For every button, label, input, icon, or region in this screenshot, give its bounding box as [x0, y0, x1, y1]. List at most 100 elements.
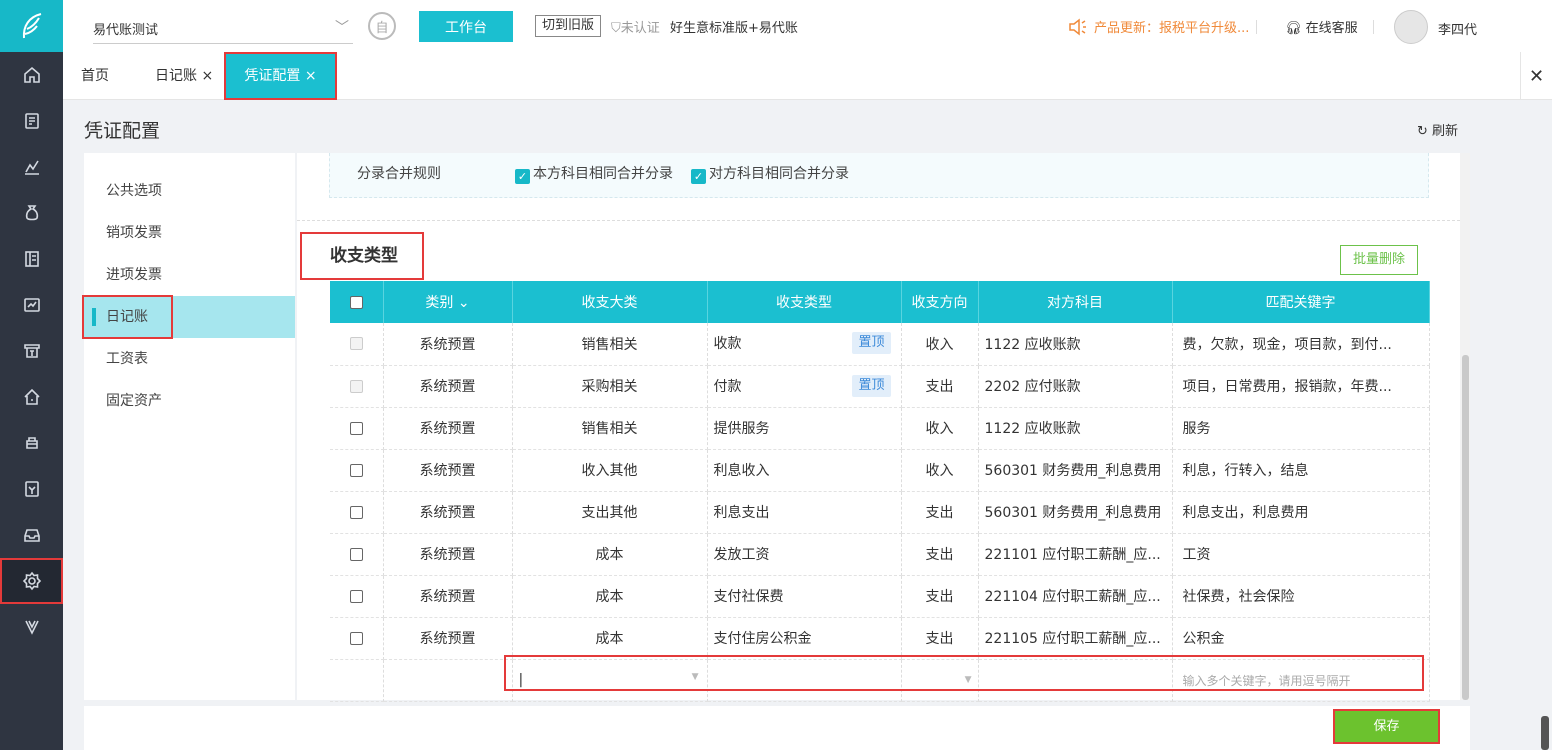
row-select-cell[interactable]: [330, 617, 384, 660]
tab-voucher-config-label: 凭证配置: [244, 68, 301, 84]
new-row-empty-cell: [330, 659, 384, 702]
close-icon[interactable]: ×: [201, 68, 213, 84]
save-button[interactable]: 保存: [1333, 709, 1440, 744]
header-category[interactable]: 类别 ⌄: [383, 281, 513, 323]
select-all-checkbox[interactable]: [349, 295, 363, 309]
cell-category: 系统预置: [383, 575, 513, 618]
header-keywords: 匹配关键字: [1172, 281, 1430, 323]
account-selector[interactable]: 易代账测试 ﹀: [93, 14, 353, 44]
product-update-link[interactable]: 产品更新：报税平台升级...: [1068, 17, 1249, 36]
type-label: 支付住房公积金: [713, 631, 812, 647]
app-logo[interactable]: [0, 0, 63, 52]
cell-account: 560301 财务费用_利息费用: [978, 449, 1173, 492]
nav-asset-icon[interactable]: [0, 374, 63, 420]
nav-money-bag-icon[interactable]: [0, 190, 63, 236]
merge-same-counter-account-checkbox[interactable]: ✓ 对方科目相同合并分录: [691, 163, 849, 184]
select-all-cell[interactable]: [330, 281, 384, 323]
nav-certificate-icon[interactable]: [0, 466, 63, 512]
nav-invoice-icon[interactable]: [0, 282, 63, 328]
menu-item-purchase-invoice[interactable]: 进项发票: [84, 254, 295, 296]
row-checkbox[interactable]: [349, 421, 363, 435]
type-label: 收款: [713, 336, 742, 353]
close-all-tabs-icon[interactable]: ✕: [1520, 52, 1552, 100]
header-type: 收支类型: [707, 281, 902, 323]
account-circle-icon[interactable]: 自: [368, 12, 396, 40]
menu-item-journal[interactable]: 日记账: [82, 295, 295, 339]
row-select-cell[interactable]: [330, 491, 384, 534]
cell-category: 系统预置: [383, 617, 513, 660]
batch-delete-button[interactable]: 批量删除: [1340, 245, 1418, 275]
pin-top-button[interactable]: 置顶: [852, 332, 891, 355]
menu-item-fixed-assets[interactable]: 固定资产: [84, 380, 295, 422]
row-checkbox[interactable]: [349, 631, 363, 645]
nav-inbox-icon[interactable]: [0, 512, 63, 558]
cell-category: 系统预置: [383, 407, 513, 450]
row-checkbox[interactable]: [349, 547, 363, 561]
merge-rules-label: 分录合并规则: [357, 166, 441, 182]
row-checkbox[interactable]: [349, 463, 363, 477]
cell-direction: 支出: [901, 617, 979, 660]
account-name: 易代账测试: [93, 23, 159, 38]
row-checkbox: [349, 337, 363, 351]
cell-direction: 支出: [901, 365, 979, 408]
row-checkbox[interactable]: [349, 505, 363, 519]
menu-item-payroll[interactable]: 工资表: [84, 338, 295, 380]
pin-top-button[interactable]: 置顶: [852, 374, 891, 397]
type-label: 利息支出: [713, 505, 770, 521]
nav-v-logo-icon[interactable]: [0, 604, 63, 650]
edition-label: 好生意标准版+易代账: [670, 21, 798, 36]
income-expense-table: 类别 ⌄ 收支大类 收支类型 收支方向 对方科目 匹配关键字 系统预置 销售相关收…: [330, 281, 1430, 702]
feather-logo-icon: [22, 13, 41, 39]
row-select-cell[interactable]: [330, 407, 384, 450]
avatar[interactable]: [1394, 10, 1428, 44]
tab-journal-label: 日记账: [155, 68, 197, 84]
menu-item-sales-invoice[interactable]: 销项发票: [84, 212, 295, 254]
page-scrollbar-thumb[interactable]: [1541, 716, 1549, 750]
cell-direction: 支出: [901, 533, 979, 576]
tab-voucher-config[interactable]: 凭证配置 ×: [224, 52, 337, 100]
workbench-button[interactable]: 工作台: [419, 11, 513, 42]
row-select-cell[interactable]: [330, 575, 384, 618]
user-name[interactable]: 李四代: [1438, 19, 1477, 38]
cell-account: 560301 财务费用_利息费用: [978, 491, 1173, 534]
table-header-row: 类别 ⌄ 收支大类 收支类型 收支方向 对方科目 匹配关键字: [330, 281, 1430, 323]
row-select-cell[interactable]: [330, 449, 384, 492]
merge-same-own-account-checkbox[interactable]: ✓ 本方科目相同合并分录: [515, 163, 673, 184]
type-label: 发放工资: [713, 547, 770, 563]
nav-home-icon[interactable]: [0, 52, 63, 98]
cell-type: 利息支出: [707, 491, 902, 534]
nav-voucher-icon[interactable]: [0, 98, 63, 144]
switch-old-version-button[interactable]: 切到旧版: [535, 15, 602, 37]
divider: [1256, 20, 1257, 34]
online-service-link[interactable]: 🎧︎ 在线客服: [1285, 17, 1358, 36]
nav-salary-icon[interactable]: [0, 420, 63, 466]
unverified-badge[interactable]: ⛉未认证: [611, 17, 660, 36]
cell-keywords: 利息支出，利息费用: [1172, 491, 1430, 534]
row-select-cell[interactable]: [330, 365, 384, 408]
cell-direction: 收入: [901, 407, 979, 450]
cell-type: 收款 置顶: [707, 323, 902, 366]
new-row-highlight: [504, 655, 1424, 691]
chevron-down-icon[interactable]: ⌄: [458, 295, 470, 311]
cell-major: 成本: [512, 617, 708, 660]
row-select-cell[interactable]: [330, 323, 384, 366]
tab-home[interactable]: 首页: [81, 52, 109, 100]
menu-item-public-options[interactable]: 公共选项: [84, 170, 295, 212]
cell-direction: 收入: [901, 323, 979, 366]
row-select-cell[interactable]: [330, 533, 384, 576]
checkbox-checked-icon: ✓: [691, 169, 706, 184]
row-checkbox: [349, 379, 363, 393]
header-direction: 收支方向: [901, 281, 979, 323]
nav-report-icon[interactable]: [0, 144, 63, 190]
scrollbar-thumb[interactable]: [1462, 355, 1469, 700]
nav-tax-icon[interactable]: [0, 328, 63, 374]
row-checkbox[interactable]: [349, 589, 363, 603]
main-sidebar: [0, 0, 63, 750]
nav-settings-icon[interactable]: [0, 558, 63, 604]
close-icon[interactable]: ×: [305, 68, 317, 84]
cell-category: 系统预置: [383, 365, 513, 408]
nav-ledger-icon[interactable]: [0, 236, 63, 282]
refresh-button[interactable]: ↻ 刷新: [1417, 120, 1458, 139]
cell-major: 采购相关: [512, 365, 708, 408]
tab-journal[interactable]: 日记账 ×: [155, 52, 213, 100]
